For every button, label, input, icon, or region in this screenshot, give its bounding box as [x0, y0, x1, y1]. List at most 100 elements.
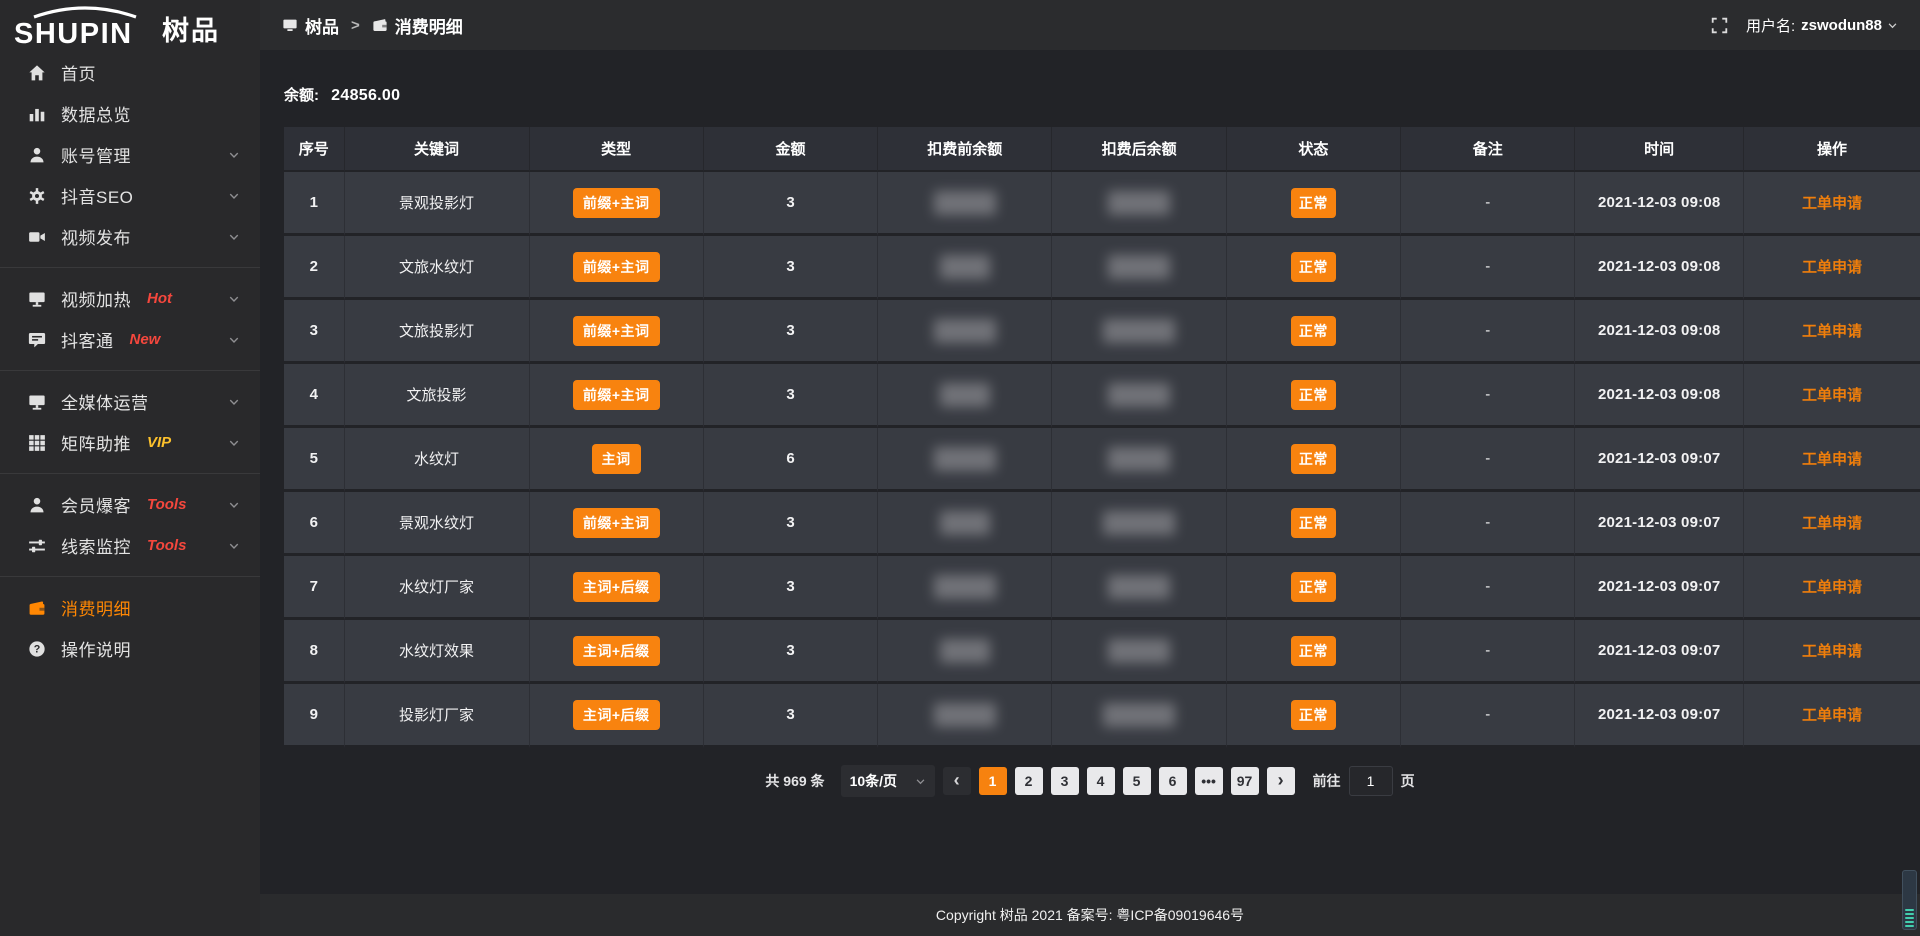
pagination: 共 969 条10条/页‹123456•••97›前往页 — [260, 765, 1920, 797]
type-badge: 前缀+主词 — [573, 508, 660, 538]
cell-index: 9 — [284, 684, 345, 748]
page-button-2[interactable]: 2 — [1015, 767, 1043, 795]
goto-unit: 页 — [1401, 771, 1415, 791]
cell-keyword: 投影灯厂家 — [345, 684, 530, 748]
status-badge: 正常 — [1291, 188, 1336, 218]
prev-page-button[interactable]: ‹ — [943, 767, 971, 795]
sidebar-item-home[interactable]: 首页 — [0, 52, 260, 93]
cell-balance-before — [878, 556, 1052, 620]
page-button-1[interactable]: 1 — [979, 767, 1007, 795]
wallet-icon — [372, 17, 388, 33]
work-order-link[interactable]: 工单申请 — [1802, 259, 1862, 276]
cell-balance-after — [1052, 172, 1226, 236]
display-icon — [28, 393, 46, 411]
sidebar-item-account-manage[interactable]: 账号管理 — [0, 134, 260, 175]
chat-icon — [28, 331, 46, 349]
work-order-link[interactable]: 工单申请 — [1802, 579, 1862, 596]
sidebar-item-douketong[interactable]: 抖客通New — [0, 319, 260, 360]
cell-balance-after — [1052, 236, 1226, 300]
sidebar-divider — [0, 267, 260, 268]
user-name: zswodun88 — [1801, 17, 1882, 34]
work-order-link[interactable]: 工单申请 — [1802, 643, 1862, 660]
cell-type: 前缀+主词 — [530, 172, 704, 236]
breadcrumb: 树品 > 消费明细 — [282, 13, 463, 38]
sidebar-menu: 首页数据总览账号管理抖音SEO视频发布视频加热Hot抖客通New 全媒体运营矩阵助… — [0, 50, 260, 669]
cell-type: 主词 — [530, 428, 704, 492]
cell-index: 1 — [284, 172, 345, 236]
bar-chart-icon — [28, 105, 46, 123]
breadcrumb-item-consumption[interactable]: 消费明细 — [372, 13, 463, 38]
sidebar-divider — [0, 370, 260, 371]
gear-icon — [28, 187, 46, 205]
work-order-link[interactable]: 工单申请 — [1802, 323, 1862, 340]
cell-note: - — [1401, 684, 1575, 748]
logo-arc-graphic: SHUPIN — [12, 6, 158, 48]
chevron-down-icon — [228, 149, 240, 161]
sidebar-item-media-operation[interactable]: 全媒体运营 — [0, 381, 260, 422]
goto-page-input[interactable] — [1349, 766, 1393, 796]
breadcrumb-item-shupin[interactable]: 树品 — [282, 13, 339, 38]
sidebar-item-consumption-detail[interactable]: 消费明细 — [0, 587, 260, 628]
cell-balance-before — [878, 300, 1052, 364]
type-badge: 主词+后缀 — [573, 572, 660, 602]
cell-keyword: 文旅投影 — [345, 364, 530, 428]
cell-time: 2021-12-03 09:07 — [1575, 492, 1744, 556]
cell-amount: 3 — [704, 236, 878, 300]
app-logo[interactable]: SHUPIN 树品 — [0, 0, 260, 50]
user-label: 用户名: — [1746, 15, 1795, 36]
work-order-link[interactable]: 工单申请 — [1802, 515, 1862, 532]
page-button-3[interactable]: 3 — [1051, 767, 1079, 795]
sidebar-item-member-baoke[interactable]: 会员爆客Tools — [0, 484, 260, 525]
cell-note: - — [1401, 428, 1575, 492]
cell-keyword: 文旅投影灯 — [345, 300, 530, 364]
page-button-97[interactable]: 97 — [1231, 767, 1259, 795]
page-button-5[interactable]: 5 — [1123, 767, 1151, 795]
cell-balance-before — [878, 428, 1052, 492]
page-size-select[interactable]: 10条/页 — [841, 765, 935, 797]
floating-widget[interactable] — [1902, 870, 1917, 930]
masked-value — [1108, 191, 1170, 215]
sidebar-item-video-heat[interactable]: 视频加热Hot — [0, 278, 260, 319]
sidebar-item-data-overview[interactable]: 数据总览 — [0, 93, 260, 134]
masked-value — [1103, 319, 1175, 343]
goto-label: 前往 — [1313, 771, 1341, 791]
cell-status: 正常 — [1227, 428, 1401, 492]
breadcrumb-separator: > — [351, 17, 360, 34]
cell-balance-after — [1052, 492, 1226, 556]
work-order-link[interactable]: 工单申请 — [1802, 451, 1862, 468]
masked-value — [1108, 639, 1170, 663]
ellipsis-button[interactable]: ••• — [1195, 767, 1223, 795]
video-icon — [28, 228, 46, 246]
fullscreen-icon[interactable] — [1711, 17, 1728, 34]
type-badge: 前缀+主词 — [573, 380, 660, 410]
sidebar-item-clue-monitor[interactable]: 线索监控Tools — [0, 525, 260, 566]
sidebar-item-douyin-seo[interactable]: 抖音SEO — [0, 175, 260, 216]
type-badge: 主词 — [592, 444, 641, 474]
cell-action: 工单申请 — [1744, 556, 1920, 620]
masked-value — [934, 191, 996, 215]
table-row: 1景观投影灯前缀+主词3正常-2021-12-03 09:08工单申请 — [284, 172, 1920, 236]
next-page-button[interactable]: › — [1267, 767, 1295, 795]
work-order-link[interactable]: 工单申请 — [1802, 707, 1862, 724]
user-icon — [28, 496, 46, 514]
cell-action: 工单申请 — [1744, 492, 1920, 556]
work-order-link[interactable]: 工单申请 — [1802, 195, 1862, 212]
column-header-0: 序号 — [284, 127, 345, 172]
status-badge: 正常 — [1291, 252, 1336, 282]
cell-status: 正常 — [1227, 556, 1401, 620]
masked-value — [1108, 255, 1170, 279]
sidebar-item-instructions[interactable]: ?操作说明 — [0, 628, 260, 669]
svg-text:?: ? — [34, 643, 41, 655]
cell-balance-after — [1052, 620, 1226, 684]
page-button-4[interactable]: 4 — [1087, 767, 1115, 795]
page-button-6[interactable]: 6 — [1159, 767, 1187, 795]
sidebar-item-tag: VIP — [147, 434, 171, 451]
cell-balance-before — [878, 492, 1052, 556]
user-menu[interactable]: 用户名: zswodun88 — [1746, 15, 1898, 36]
masked-value — [1108, 447, 1170, 471]
sidebar-item-video-publish[interactable]: 视频发布 — [0, 216, 260, 257]
sidebar-item-matrix-boost[interactable]: 矩阵助推VIP — [0, 422, 260, 463]
logo-text-cn: 树品 — [162, 18, 220, 48]
cell-index: 2 — [284, 236, 345, 300]
work-order-link[interactable]: 工单申请 — [1802, 387, 1862, 404]
